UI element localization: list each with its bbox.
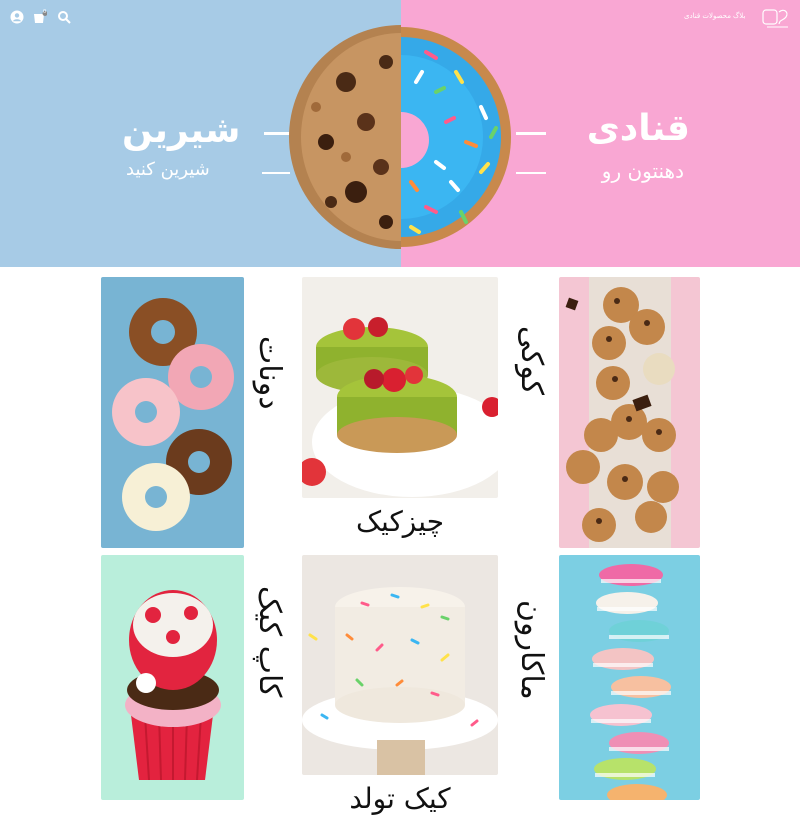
logo-icon[interactable] <box>762 6 792 30</box>
donut-card[interactable] <box>101 277 244 548</box>
cookie-donut-image <box>289 25 511 249</box>
cheesecake-image <box>302 317 498 497</box>
hero-banner: 0 محصولات قنادی بلاگ قنادی دهنتون رو شیر… <box>0 0 800 267</box>
user-icon[interactable] <box>10 10 24 24</box>
donut-image <box>112 298 234 531</box>
cookie-card[interactable] <box>559 277 700 548</box>
cupcake-label[interactable]: کاپ کیک <box>252 582 287 697</box>
macaron-image <box>590 564 671 800</box>
cake-label[interactable]: کیک تولد <box>330 782 470 815</box>
cookie-image <box>565 277 679 548</box>
hero-title-left: شیرین <box>122 110 241 151</box>
cake-card[interactable] <box>302 555 498 775</box>
cake-image <box>302 587 498 775</box>
hero-line <box>516 132 546 135</box>
hero-subtitle-right: دهنتون رو <box>601 159 684 183</box>
cupcake-card[interactable] <box>101 555 244 800</box>
donut-label[interactable]: دونات <box>252 300 287 410</box>
cheesecake-card[interactable] <box>302 277 498 498</box>
nav-link-products[interactable]: محصولات قنادی <box>684 12 731 20</box>
hero-subtitle-left: شیرین کنید <box>126 159 210 180</box>
macaron-card[interactable] <box>559 555 700 800</box>
macaron-label[interactable]: ماکارون <box>514 580 549 700</box>
hero-line <box>516 172 546 174</box>
cheesecake-label[interactable]: چیزکیک <box>340 505 460 538</box>
search-icon[interactable] <box>57 10 71 24</box>
nav-link-blog[interactable]: بلاگ <box>733 12 745 20</box>
cupcake-image <box>125 590 221 781</box>
cookie-label[interactable]: کوکی <box>514 300 549 395</box>
cart-count-badge: 0 <box>43 9 47 15</box>
hero-title-right: قنادی <box>586 108 690 149</box>
